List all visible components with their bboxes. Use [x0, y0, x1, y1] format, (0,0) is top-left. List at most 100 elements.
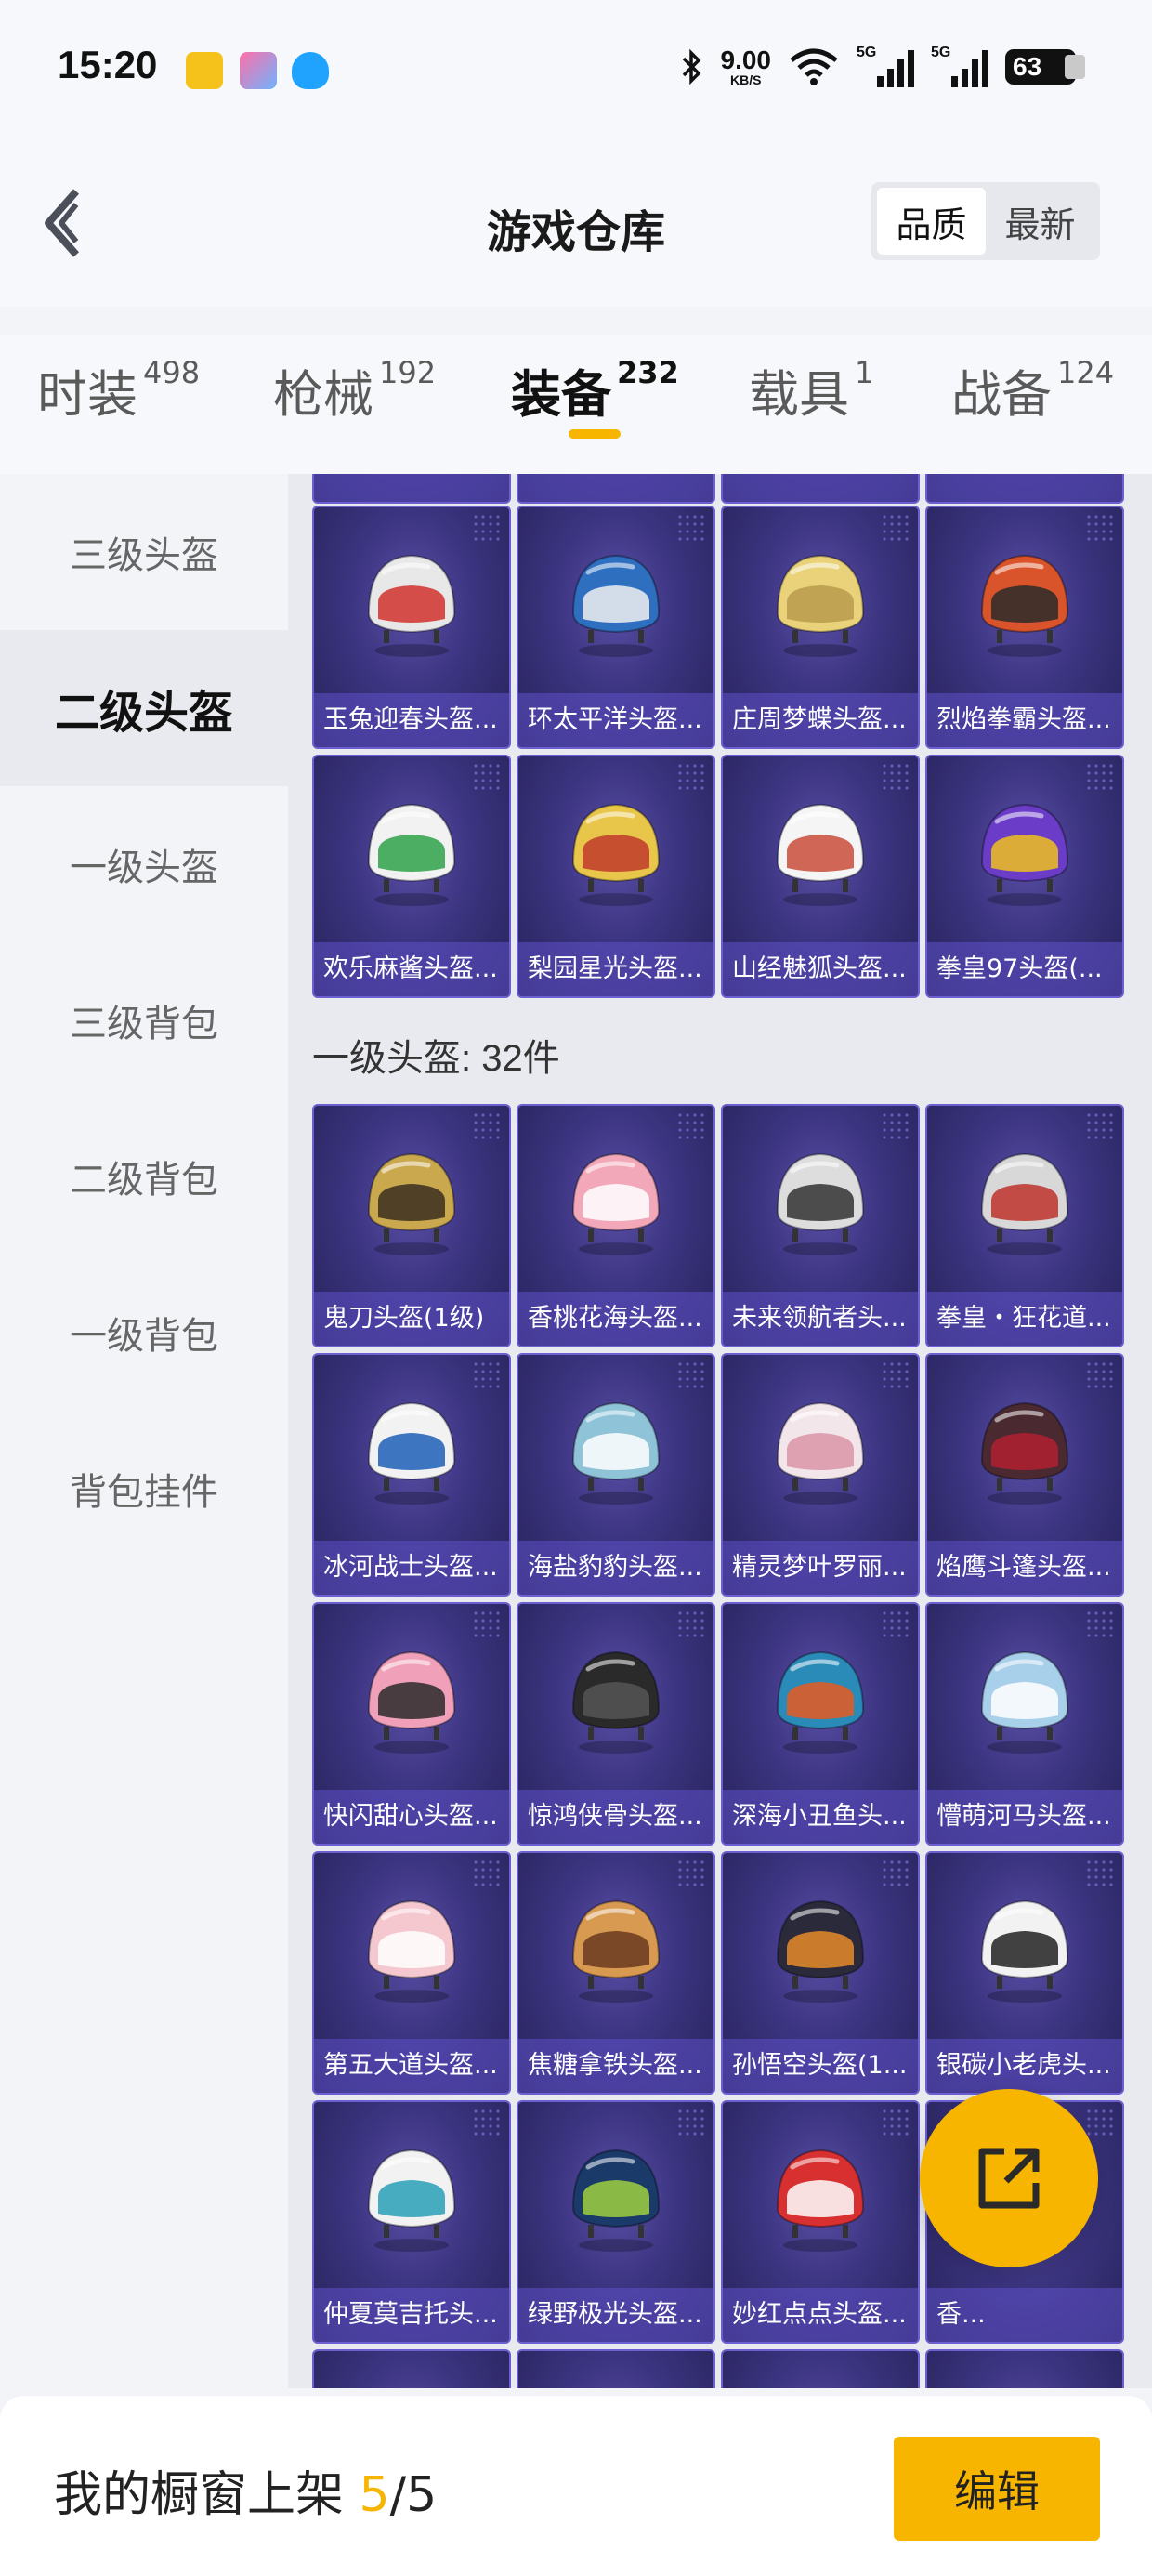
item-name: 妙红点点头盔... [723, 2288, 918, 2342]
item-name: 海盐豹豹头盔... [518, 1541, 713, 1595]
tab-fashion[interactable]: 时装 498 [37, 353, 200, 427]
item-card[interactable]: 妙红点点头盔... [721, 2100, 920, 2344]
item-name: 香... [927, 2288, 1122, 2342]
sidebar-item-level3-helmet[interactable]: 三级头盔 [0, 474, 288, 630]
helmet-image [776, 554, 865, 657]
card-pattern [472, 1859, 504, 1886]
item-card[interactable]: 庄周梦蝶头盔... [721, 506, 920, 749]
item-card-clipped[interactable] [517, 2349, 715, 2388]
item-card-clipped[interactable] [312, 474, 511, 504]
card-pattern [881, 762, 912, 790]
item-name: 焰鹰斗篷头盔... [927, 1541, 1122, 1595]
tab-vehicles[interactable]: 载具 1 [749, 353, 873, 427]
item-card[interactable]: 懵萌河马头盔... [925, 1602, 1124, 1846]
item-name: 庄周梦蝶头盔... [723, 693, 918, 747]
item-card[interactable]: 山经魅狐头盔... [721, 755, 920, 998]
item-card-clipped[interactable] [517, 474, 715, 504]
item-name: 第五大道头盔... [314, 2039, 509, 2093]
helmet-image [980, 1650, 1069, 1754]
item-card[interactable]: 惊鸿侠骨头盔... [517, 1602, 715, 1846]
item-card[interactable]: 仲夏莫吉托头... [312, 2100, 511, 2344]
item-name: 梨园星光头盔... [518, 942, 713, 996]
item-card[interactable]: 环太平洋头盔... [517, 506, 715, 749]
back-button[interactable] [35, 186, 91, 260]
card-pattern [881, 2108, 912, 2136]
item-card-clipped[interactable] [721, 2349, 920, 2388]
item-card[interactable]: 深海小丑鱼头... [721, 1602, 920, 1846]
card-pattern [881, 1610, 912, 1637]
card-pattern [1085, 1360, 1117, 1388]
item-card[interactable]: 未来领航者头... [721, 1104, 920, 1347]
helmet-image [367, 2149, 456, 2252]
card-pattern [1085, 1610, 1117, 1637]
item-card[interactable]: 冰河战士头盔... [312, 1353, 511, 1597]
item-card-clipped[interactable] [312, 2349, 511, 2388]
helmet-image [367, 1152, 456, 1255]
tab-equipment[interactable]: 装备 232 [511, 353, 679, 427]
item-card[interactable]: 焰鹰斗篷头盔... [925, 1353, 1124, 1597]
item-card-clipped[interactable] [925, 2349, 1124, 2388]
item-card[interactable]: 玉兔迎春头盔... [312, 506, 511, 749]
item-card[interactable]: 银碳小老虎头... [925, 1851, 1124, 2095]
item-name: 山经魅狐头盔... [723, 942, 918, 996]
sidebar-item-level3-backpack[interactable]: 三级背包 [0, 942, 288, 1098]
card-pattern [472, 2108, 504, 2136]
card-pattern [1085, 513, 1117, 541]
helmet-image [776, 803, 865, 906]
notification-app-icon-1 [186, 52, 223, 89]
helmet-image [367, 1650, 456, 1754]
card-pattern [472, 1360, 504, 1388]
tab-supplies[interactable]: 战备 124 [951, 353, 1114, 427]
helmet-image [776, 1899, 865, 2003]
item-card[interactable]: 焦糖拿铁头盔... [517, 1851, 715, 2095]
item-name: 精灵梦叶罗丽... [723, 1541, 918, 1595]
item-card[interactable]: 快闪甜心头盔... [312, 1602, 511, 1846]
item-name: 欢乐麻酱头盔... [314, 942, 509, 996]
sidebar-item-level2-helmet[interactable]: 二级头盔 [0, 630, 288, 786]
sidebar-item-level2-backpack[interactable]: 二级背包 [0, 1098, 288, 1255]
item-card[interactable]: 欢乐麻酱头盔... [312, 755, 511, 998]
sidebar-item-level1-helmet[interactable]: 一级头盔 [0, 786, 288, 942]
item-card[interactable]: 海盐豹豹头盔... [517, 1353, 715, 1597]
card-pattern [881, 1859, 912, 1886]
status-time: 15:20 [58, 43, 158, 86]
helmet-image [571, 554, 661, 657]
helmet-image [367, 1401, 456, 1505]
item-name: 深海小丑鱼头... [723, 1790, 918, 1844]
helmet-image [367, 803, 456, 906]
share-button[interactable] [920, 2089, 1098, 2267]
showcase-total: /5 [389, 2467, 438, 2523]
sidebar-item-backpack-charm[interactable]: 背包挂件 [0, 1411, 288, 1567]
item-card[interactable]: 绿野极光头盔... [517, 2100, 715, 2344]
qq-icon [292, 52, 329, 89]
helmet-image [980, 1401, 1069, 1505]
helmet-image [980, 803, 1069, 906]
sort-quality[interactable]: 品质 [877, 188, 986, 255]
item-card[interactable]: 孙悟空头盔(1... [721, 1851, 920, 2095]
card-pattern [881, 1111, 912, 1139]
card-pattern [472, 1111, 504, 1139]
item-card[interactable]: 香桃花海头盔... [517, 1104, 715, 1347]
card-pattern [676, 513, 708, 541]
item-card-clipped[interactable] [721, 474, 920, 504]
item-card[interactable]: 精灵梦叶罗丽... [721, 1353, 920, 1597]
item-card[interactable]: 烈焰拳霸头盔... [925, 506, 1124, 749]
item-card[interactable]: 拳皇・狂花道... [925, 1104, 1124, 1347]
item-name: 烈焰拳霸头盔... [927, 693, 1122, 747]
item-card-clipped[interactable] [925, 474, 1124, 504]
helmet-image [980, 1899, 1069, 2003]
wifi-icon [790, 48, 838, 85]
item-card[interactable]: 鬼刀头盔(1级) [312, 1104, 511, 1347]
card-pattern [676, 1610, 708, 1637]
item-card[interactable]: 拳皇97头盔(... [925, 755, 1124, 998]
edit-button[interactable]: 编辑 [894, 2437, 1100, 2541]
item-name: 绿野极光头盔... [518, 2288, 713, 2342]
tab-firearms[interactable]: 枪械 192 [273, 353, 436, 427]
sort-newest[interactable]: 最新 [986, 188, 1094, 255]
back-arrow-icon [45, 189, 79, 257]
item-card[interactable]: 梨园星光头盔... [517, 755, 715, 998]
equipment-sidebar: 三级头盔 二级头盔 一级头盔 三级背包 二级背包 一级背包 背包挂件 [0, 474, 288, 2388]
item-card[interactable]: 第五大道头盔... [312, 1851, 511, 2095]
helmet-image [776, 1152, 865, 1255]
sidebar-item-level1-backpack[interactable]: 一级背包 [0, 1255, 288, 1411]
